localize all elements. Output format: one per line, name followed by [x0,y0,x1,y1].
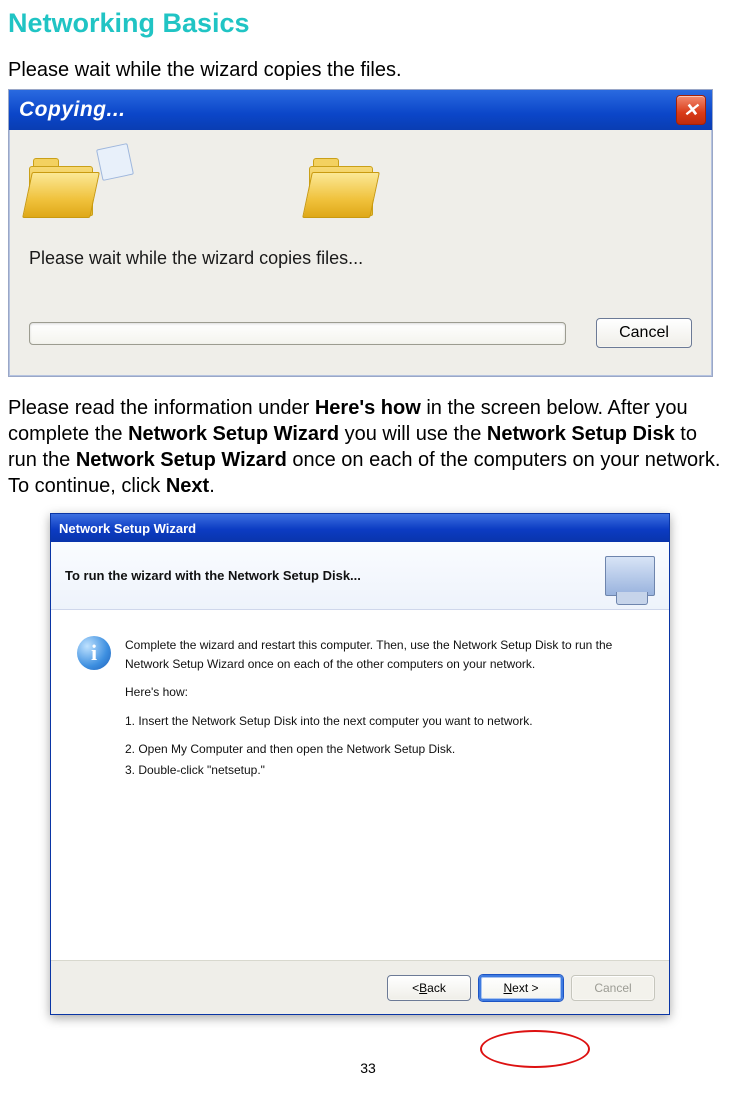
page-number: 33 [0,1060,736,1076]
close-icon[interactable]: ✕ [676,95,706,125]
copying-wait-text: Please wait while the wizard copies file… [29,248,692,269]
copying-title: Copying... [19,98,676,122]
wizard-title: Network Setup Wizard [59,521,196,536]
copying-titlebar[interactable]: Copying... ✕ [9,90,712,130]
computer-icon [605,556,655,596]
folder-dest-icon [309,162,379,220]
wizard-titlebar[interactable]: Network Setup Wizard [51,514,669,542]
cancel-button[interactable]: Cancel [596,318,692,348]
instruction-2: Please read the information under Here's… [0,377,736,505]
copy-animation [29,152,692,230]
wizard-body: i Complete the wizard and restart this c… [51,610,669,960]
wizard-intro: Complete the wizard and restart this com… [125,636,643,673]
next-button[interactable]: Next > [479,975,563,1001]
wizard-footer: < Back Next > Cancel [51,960,669,1014]
wizard-cancel-button: Cancel [571,975,655,1001]
wizard-header: To run the wizard with the Network Setup… [51,542,669,610]
back-button[interactable]: < Back [387,975,471,1001]
wizard-header-text: To run the wizard with the Network Setup… [65,568,361,583]
wizard-hereshow: Here's how: [125,683,643,702]
copying-body: Please wait while the wizard copies file… [9,130,712,376]
paper-icon [96,143,134,181]
wizard-info-text: Complete the wizard and restart this com… [125,636,643,790]
wizard-step-3: 3. Double-click "netsetup." [125,761,643,780]
page-title: Networking Basics [0,0,736,39]
wizard-dialog: Network Setup Wizard To run the wizard w… [50,513,670,1015]
wizard-step-2: 2. Open My Computer and then open the Ne… [125,740,643,759]
wizard-step-1: 1. Insert the Network Setup Disk into th… [125,712,643,731]
folder-source-icon [29,162,99,220]
progress-bar [29,322,566,345]
instruction-1: Please wait while the wizard copies the … [0,39,736,89]
info-icon: i [77,636,111,670]
copying-dialog: Copying... ✕ Please wait while the wizar… [8,89,713,377]
